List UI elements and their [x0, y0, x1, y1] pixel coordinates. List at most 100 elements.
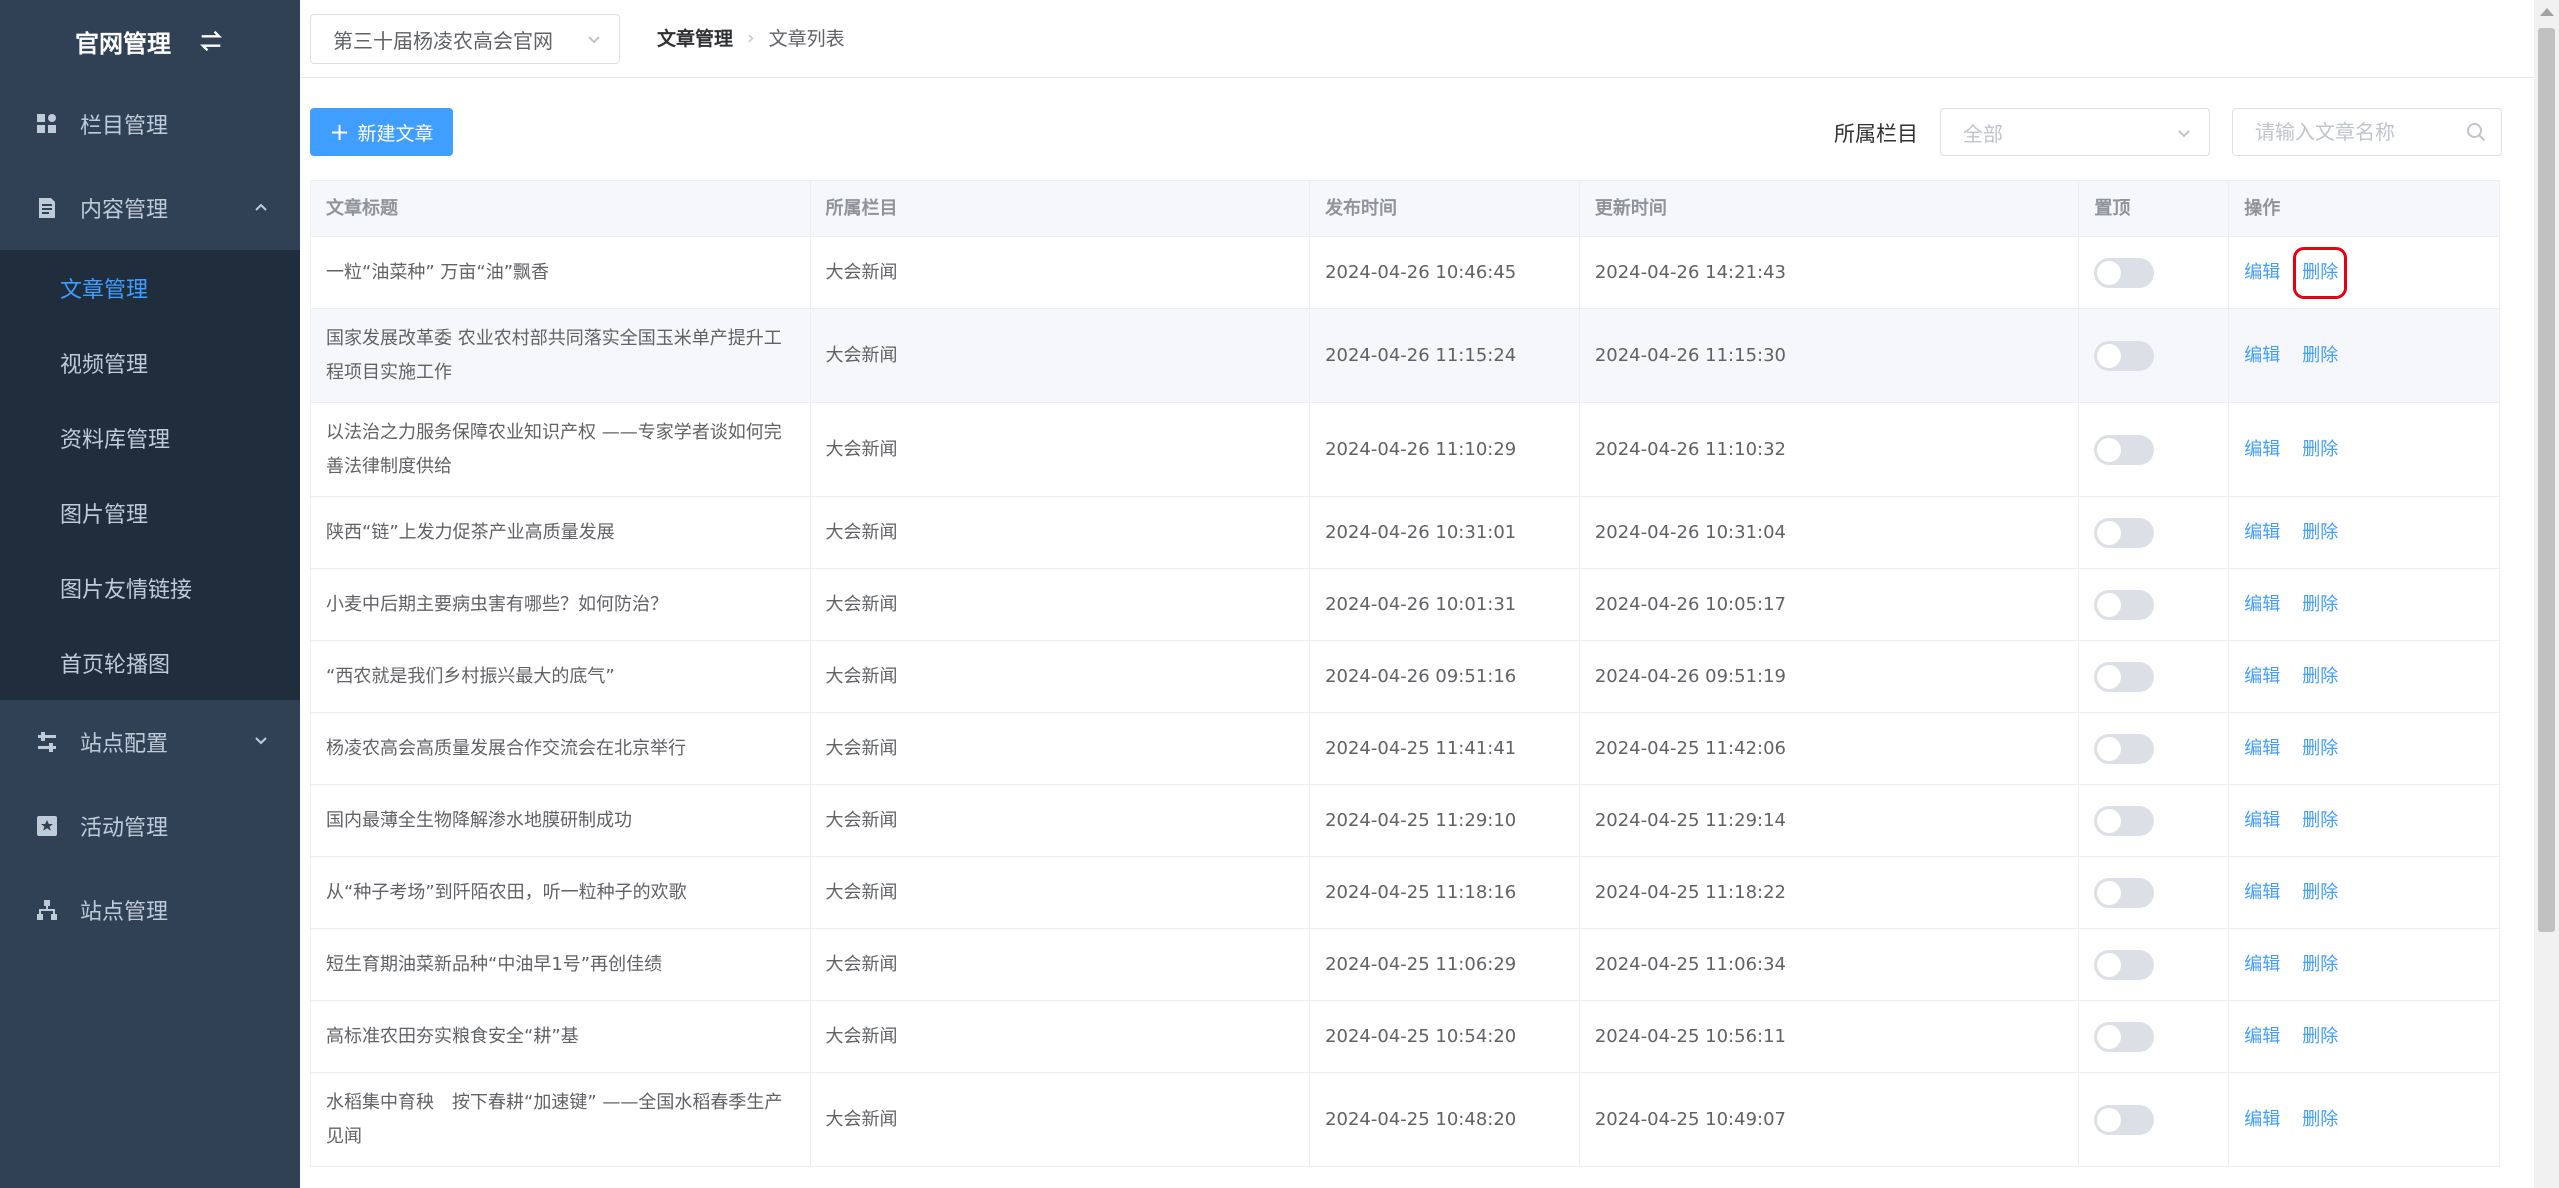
submenu-library-management[interactable]: 资料库管理	[0, 400, 300, 475]
site-select-value: 第三十届杨凌农高会官网	[333, 28, 553, 53]
cell-updated: 2024-04-25 11:18:22	[1580, 857, 2080, 928]
cell-updated: 2024-04-26 10:31:04	[1580, 497, 2080, 568]
submenu-label: 文章管理	[60, 277, 149, 303]
table-row: 国家发展改革委 农业农村部共同落实全国玉米单产提升工程项目实施工作 大会新闻 2…	[311, 309, 2499, 403]
pin-toggle[interactable]	[2094, 1104, 2155, 1135]
cell-updated: 2024-04-26 09:51:19	[1580, 641, 2080, 712]
delete-button[interactable]: 删除	[2302, 948, 2338, 982]
delete-button[interactable]: 删除	[2302, 588, 2338, 622]
column-filter-select[interactable]: 全部	[1940, 108, 2210, 156]
cell-pinned	[2079, 713, 2230, 784]
menu-activity-management[interactable]: 活动管理	[0, 784, 300, 868]
pin-toggle[interactable]	[2094, 805, 2155, 836]
table-row: “西农就是我们乡村振兴最大的底气” 大会新闻 2024-04-26 09:51:…	[311, 641, 2499, 713]
search-icon[interactable]	[2466, 122, 2486, 142]
sidebar: 官网管理 栏目管理 内容管理 文章管理 视频管理 资料库管理 图片管理 图片友情…	[0, 0, 300, 1188]
cell-actions: 编辑 删除	[2229, 1001, 2499, 1072]
pin-toggle[interactable]	[2094, 1021, 2155, 1052]
cell-published: 2024-04-26 10:01:31	[1310, 569, 1580, 640]
edit-button[interactable]: 编辑	[2244, 1103, 2280, 1137]
cell-published: 2024-04-25 11:29:10	[1310, 785, 1580, 856]
cell-updated: 2024-04-26 11:10:32	[1580, 403, 2080, 496]
pin-toggle[interactable]	[2094, 949, 2155, 980]
menu-label: 活动管理	[80, 816, 169, 841]
delete-button[interactable]: 删除	[2302, 660, 2338, 694]
edit-button[interactable]: 编辑	[2244, 339, 2280, 373]
submenu-image-management[interactable]: 图片管理	[0, 475, 300, 550]
pin-toggle[interactable]	[2094, 661, 2155, 692]
cell-actions: 编辑 删除	[2229, 929, 2499, 1000]
delete-button[interactable]: 删除	[2302, 339, 2338, 373]
top-bar: 第三十届杨凌农高会官网 文章管理 › 文章列表	[300, 0, 2534, 78]
delete-button[interactable]: 删除	[2302, 516, 2338, 550]
chevron-up-icon	[255, 203, 267, 211]
breadcrumb-item-article-management[interactable]: 文章管理	[657, 24, 733, 51]
new-article-label: 新建文章	[357, 122, 434, 145]
submenu-video-management[interactable]: 视频管理	[0, 325, 300, 400]
delete-button[interactable]: 删除	[2293, 246, 2348, 299]
article-search-input[interactable]	[2232, 108, 2502, 156]
cell-column: 大会新闻	[811, 857, 1311, 928]
cell-pinned	[2079, 403, 2230, 496]
delete-button[interactable]: 删除	[2302, 732, 2338, 766]
cell-actions: 编辑 删除	[2229, 237, 2499, 308]
breadcrumb-item-article-list: 文章列表	[768, 28, 845, 50]
submenu-home-carousel[interactable]: 首页轮播图	[0, 625, 300, 700]
swap-icon[interactable]	[197, 27, 225, 55]
breadcrumb: 文章管理 › 文章列表	[657, 24, 845, 51]
scroll-up-arrow-icon[interactable]	[2540, 8, 2554, 16]
sitemap-icon	[37, 900, 57, 920]
pin-toggle[interactable]	[2094, 877, 2155, 908]
delete-button[interactable]: 删除	[2302, 804, 2338, 838]
chevron-down-icon	[588, 36, 600, 44]
cell-updated: 2024-04-26 10:05:17	[1580, 569, 2080, 640]
submenu-image-links[interactable]: 图片友情链接	[0, 550, 300, 625]
submenu-label: 图片友情链接	[60, 577, 193, 603]
edit-button[interactable]: 编辑	[2244, 876, 2280, 910]
cell-actions: 编辑 删除	[2229, 309, 2499, 402]
cell-actions: 编辑 删除	[2229, 713, 2499, 784]
pin-toggle[interactable]	[2094, 733, 2155, 764]
new-article-button[interactable]: + 新建文章	[310, 108, 453, 156]
menu-content-management[interactable]: 内容管理	[0, 166, 300, 250]
edit-button[interactable]: 编辑	[2244, 256, 2280, 290]
pin-toggle[interactable]	[2094, 517, 2155, 548]
cell-column: 大会新闻	[811, 237, 1311, 308]
edit-button[interactable]: 编辑	[2244, 804, 2280, 838]
pin-toggle[interactable]	[2094, 589, 2155, 620]
cell-column: 大会新闻	[811, 1073, 1311, 1166]
menu-label: 站点配置	[80, 732, 169, 757]
pin-toggle[interactable]	[2094, 340, 2155, 371]
site-select[interactable]: 第三十届杨凌农高会官网	[310, 14, 620, 64]
edit-button[interactable]: 编辑	[2244, 433, 2280, 467]
menu-site-management[interactable]: 站点管理	[0, 868, 300, 952]
cell-column: 大会新闻	[811, 497, 1311, 568]
cell-pinned	[2079, 641, 2230, 712]
cell-updated: 2024-04-25 11:42:06	[1580, 713, 2080, 784]
submenu-article-management[interactable]: 文章管理	[0, 250, 300, 325]
header-published: 发布时间	[1310, 181, 1580, 236]
menu-column-management[interactable]: 栏目管理	[0, 82, 300, 166]
edit-button[interactable]: 编辑	[2244, 1020, 2280, 1054]
cell-title: 杨凌农高会高质量发展合作交流会在北京举行	[311, 713, 811, 784]
edit-button[interactable]: 编辑	[2244, 588, 2280, 622]
pin-toggle[interactable]	[2094, 434, 2155, 465]
cell-published: 2024-04-25 10:54:20	[1310, 1001, 1580, 1072]
cell-published: 2024-04-26 11:10:29	[1310, 403, 1580, 496]
cell-published: 2024-04-26 11:15:24	[1310, 309, 1580, 402]
cell-column: 大会新闻	[811, 403, 1311, 496]
edit-button[interactable]: 编辑	[2244, 948, 2280, 982]
edit-button[interactable]: 编辑	[2244, 660, 2280, 694]
menu-site-config[interactable]: 站点配置	[0, 700, 300, 784]
delete-button[interactable]: 删除	[2302, 433, 2338, 467]
cell-title: 小麦中后期主要病虫害有哪些？如何防治？	[311, 569, 811, 640]
cell-updated: 2024-04-25 10:49:07	[1580, 1073, 2080, 1166]
cell-column: 大会新闻	[811, 785, 1311, 856]
scrollbar-thumb[interactable]	[2538, 28, 2555, 932]
pin-toggle[interactable]	[2094, 257, 2155, 288]
delete-button[interactable]: 删除	[2302, 1103, 2338, 1137]
delete-button[interactable]: 删除	[2302, 876, 2338, 910]
edit-button[interactable]: 编辑	[2244, 732, 2280, 766]
edit-button[interactable]: 编辑	[2244, 516, 2280, 550]
delete-button[interactable]: 删除	[2302, 1020, 2338, 1054]
